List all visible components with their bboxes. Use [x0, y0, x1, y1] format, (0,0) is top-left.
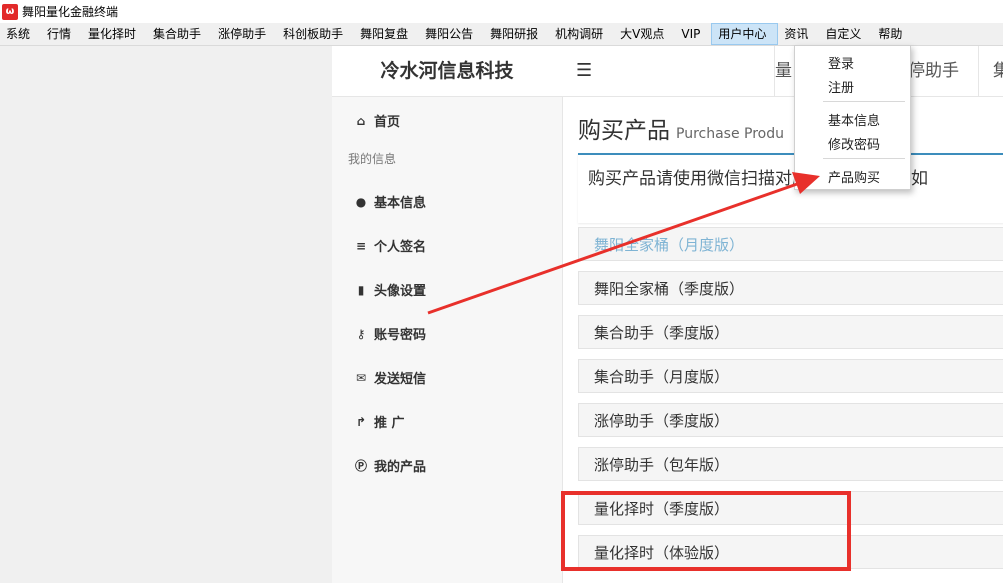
window-titlebar: ω 舞阳量化金融终端 — [0, 0, 1003, 23]
menu-quotes[interactable]: 行情 — [41, 23, 82, 45]
user-center-dropdown: 登录 注册 基本信息 修改密码 产品购买 — [794, 45, 911, 190]
main-content: 购买产品 Purchase Produ 购买产品请使用微信扫描对应二维码支付，如 … — [563, 97, 1003, 583]
sidebar-item-label: 个人签名 — [374, 240, 427, 255]
menu-item-login[interactable]: 登录 — [828, 53, 854, 72]
sidebar-item-avatar[interactable]: ▮ 头像设置 — [354, 280, 427, 300]
key-icon: ⚷ — [356, 326, 366, 341]
menu-star-market-assistant[interactable]: 科创板助手 — [277, 23, 354, 45]
sidebar-item-signature[interactable]: ≡ 个人签名 — [354, 236, 427, 256]
menu-announcements[interactable]: 舞阳公告 — [419, 23, 484, 45]
window-title: 舞阳量化金融终端 — [22, 5, 119, 19]
menu-separator — [823, 158, 905, 159]
home-icon: ⌂ — [356, 113, 366, 128]
page-title: 购买产品 Purchase Produ — [578, 111, 784, 145]
product-item[interactable]: 集合助手（季度版） — [578, 315, 1003, 349]
portrait-icon: ▮ — [357, 282, 365, 297]
menu-separator — [823, 101, 905, 102]
envelope-icon: ✉ — [355, 370, 367, 385]
sidebar-item-my-products[interactable]: Ⓟ 我的产品 — [354, 456, 426, 475]
hamburger-icon[interactable]: ☰ — [576, 60, 592, 81]
menu-news[interactable]: 资讯 — [778, 23, 819, 45]
menu-institution-survey[interactable]: 机构调研 — [549, 23, 614, 45]
sidebar: ⌂ 首页 我的信息 ● 基本信息 ≡ 个人签名 ▮ 头像设置 ⚷ 账号密码 ✉ … — [332, 97, 563, 583]
top-tab-collection[interactable]: 集 — [978, 46, 1003, 96]
product-item[interactable]: 集合助手（月度版） — [578, 359, 1003, 393]
menu-user-center[interactable]: 用户中心 — [711, 23, 779, 45]
sidebar-item-home[interactable]: ⌂ 首页 — [354, 111, 401, 131]
menu-research[interactable]: 舞阳研报 — [484, 23, 549, 45]
page-subtitle: Purchase Produ — [676, 126, 784, 142]
menu-vip[interactable]: VIP — [675, 23, 711, 45]
sidebar-item-label: 推 广 — [374, 416, 405, 431]
sidebar-item-label: 账号密码 — [374, 328, 427, 343]
sidebar-item-label: 头像设置 — [374, 284, 427, 299]
sidebar-item-password[interactable]: ⚷ 账号密码 — [354, 324, 427, 344]
share-icon: ↱ — [355, 414, 367, 429]
menu-review[interactable]: 舞阳复盘 — [354, 23, 419, 45]
menu-system[interactable]: 系统 — [0, 23, 41, 45]
menu-kol-views[interactable]: 大V观点 — [614, 23, 675, 45]
sidebar-item-basic-info[interactable]: ● 基本信息 — [354, 192, 427, 212]
brand-name[interactable]: 冷水河信息科技 — [332, 46, 562, 96]
menu-item-basic-info[interactable]: 基本信息 — [828, 110, 880, 129]
page-title-text: 购买产品 — [578, 118, 670, 144]
menu-quant-timing[interactable]: 量化择时 — [82, 23, 147, 45]
menu-item-purchase[interactable]: 产品购买 — [828, 167, 880, 186]
empty-panel — [0, 46, 332, 583]
product-item[interactable]: 舞阳全家桶（季度版） — [578, 271, 1003, 305]
menu-item-change-password[interactable]: 修改密码 — [828, 134, 880, 153]
sidebar-item-promote[interactable]: ↱ 推 广 — [354, 412, 405, 432]
menu-item-register[interactable]: 注册 — [828, 77, 854, 96]
sidebar-group-label: 我的信息 — [348, 152, 397, 166]
user-icon: ● — [355, 194, 367, 209]
menu-help[interactable]: 帮助 — [872, 23, 913, 45]
sidebar-item-label: 发送短信 — [374, 372, 427, 387]
sidebar-item-label: 基本信息 — [374, 196, 427, 211]
menu-collection-assistant[interactable]: 集合助手 — [147, 23, 212, 45]
purchase-notice: 购买产品请使用微信扫描对应二维码支付，如 — [578, 153, 1003, 223]
product-item[interactable]: 舞阳全家桶（月度版） — [578, 227, 1003, 261]
product-item[interactable]: 量化择时（季度版） — [578, 491, 1003, 525]
list-icon: ≡ — [355, 238, 367, 253]
top-tab-limit-up[interactable]: 停助手 — [908, 46, 978, 96]
sidebar-item-label: 首页 — [374, 115, 401, 130]
top-tab-quant[interactable]: 量 — [774, 46, 795, 96]
product-item[interactable]: 涨停助手（季度版） — [578, 403, 1003, 437]
product-list: 舞阳全家桶（月度版） 舞阳全家桶（季度版） 集合助手（季度版） 集合助手（月度版… — [578, 227, 1003, 579]
sidebar-item-sms[interactable]: ✉ 发送短信 — [354, 368, 427, 388]
menu-limit-up-assistant[interactable]: 涨停助手 — [212, 23, 277, 45]
menu-custom[interactable]: 自定义 — [819, 23, 872, 45]
sidebar-item-label: 我的产品 — [374, 460, 427, 475]
menubar: 系统 行情 量化择时 集合助手 涨停助手 科创板助手 舞阳复盘 舞阳公告 舞阳研… — [0, 23, 1003, 46]
product-item[interactable]: 涨停助手（包年版） — [578, 447, 1003, 481]
product-item[interactable]: 量化择时（体验版） — [578, 535, 1003, 569]
app-logo-icon: ω — [2, 3, 18, 20]
product-icon: Ⓟ — [354, 459, 367, 473]
